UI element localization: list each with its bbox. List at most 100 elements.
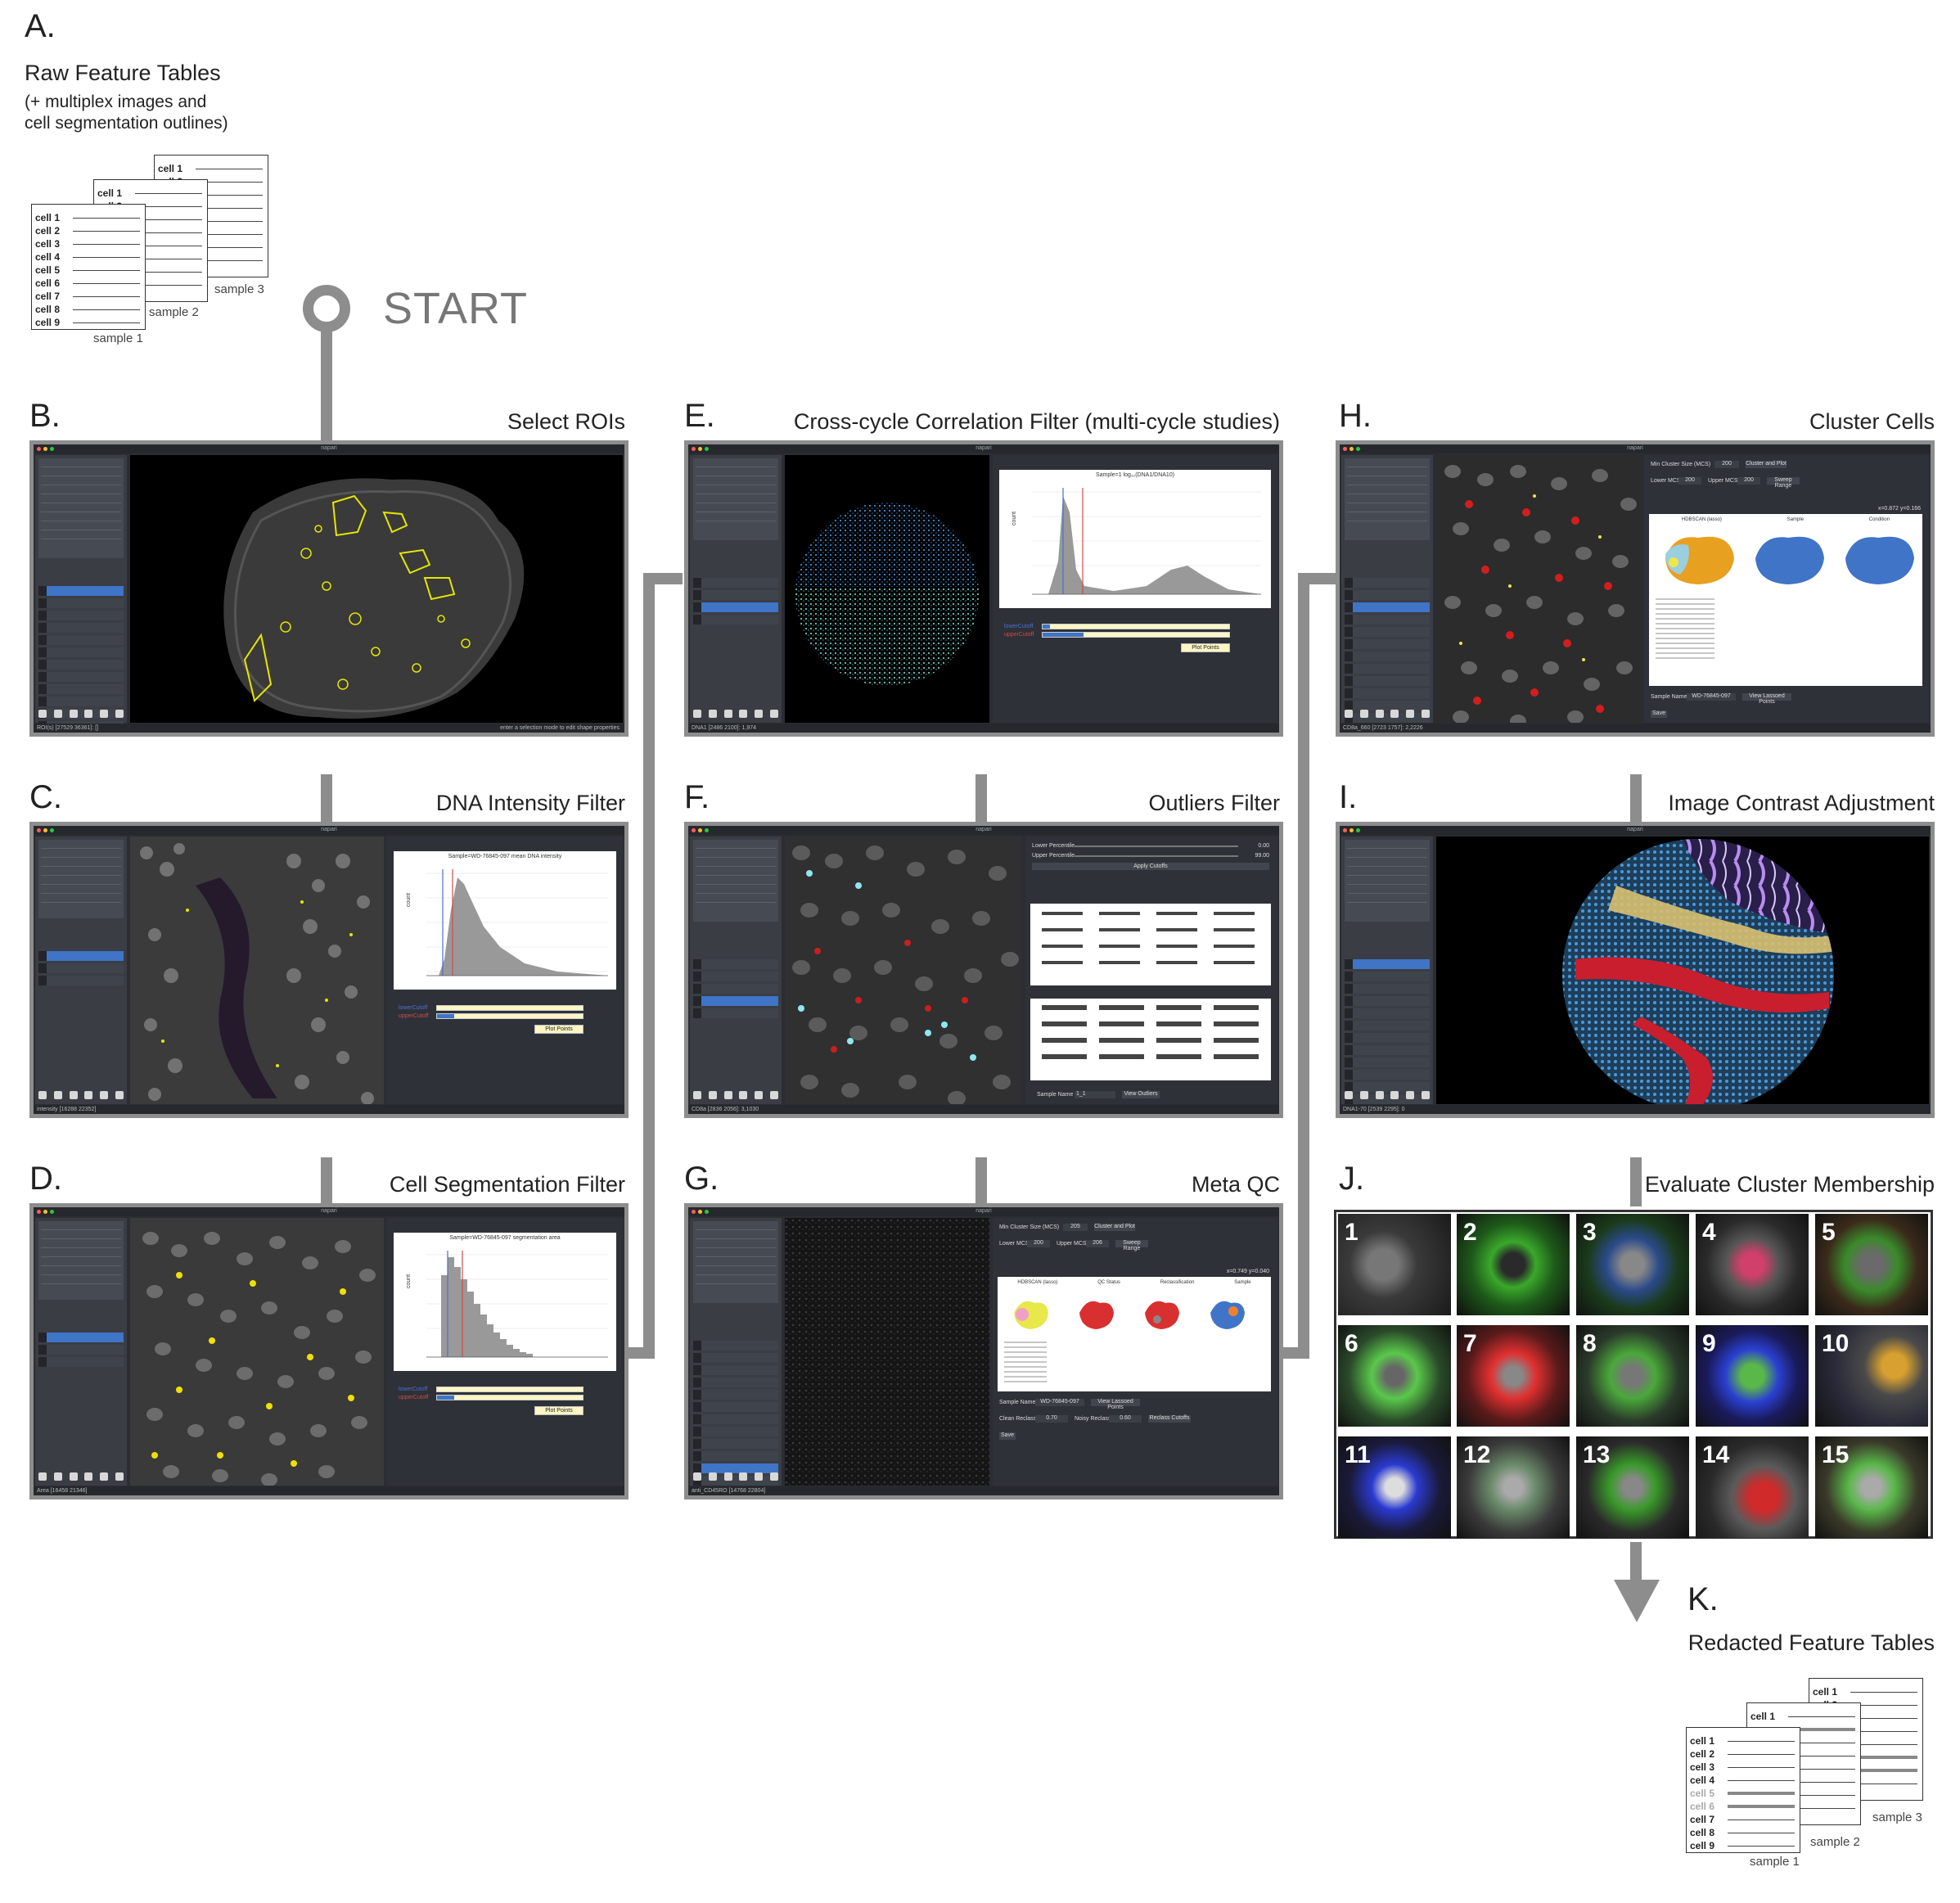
layer-controls[interactable] bbox=[35, 837, 127, 1104]
window-title-bar: napari bbox=[34, 826, 624, 835]
segmentation-canvas[interactable] bbox=[130, 1218, 384, 1486]
window-title-bar: napari bbox=[34, 1207, 624, 1216]
roi-canvas[interactable] bbox=[130, 455, 623, 723]
cluster-tile-13[interactable]: 13 bbox=[1576, 1436, 1689, 1538]
segmentation-image bbox=[130, 1218, 384, 1486]
lower-mcs-input[interactable]: 200 bbox=[1678, 477, 1701, 485]
step-d-letter: D. bbox=[29, 1161, 62, 1197]
plot-points-button[interactable]: Plot Points bbox=[534, 1025, 583, 1034]
layer-controls[interactable] bbox=[690, 837, 782, 1104]
min-cluster-size-input[interactable]: 200 bbox=[1714, 461, 1739, 468]
cluster-tile-2[interactable]: 2 bbox=[1457, 1214, 1570, 1315]
min-cluster-size-input[interactable]: 205 bbox=[1063, 1224, 1088, 1231]
metaqc-canvas[interactable] bbox=[785, 1218, 989, 1486]
redacted-table-sample-2-label: sample 2 bbox=[1810, 1835, 1860, 1849]
panel-dna-intensity-filter: napari Sample=WD-76845-097 mean DNA inte… bbox=[29, 822, 629, 1118]
clean-reclass-input[interactable]: 0.70 bbox=[1035, 1415, 1068, 1423]
cluster-tile-9[interactable]: 9 bbox=[1696, 1325, 1809, 1427]
plot-points-button[interactable]: Plot Points bbox=[1181, 643, 1230, 652]
cluster-tile-7[interactable]: 7 bbox=[1457, 1325, 1570, 1427]
step-k-letter: K. bbox=[1687, 1581, 1719, 1617]
track-g-to-h-vertical bbox=[1298, 573, 1309, 1359]
step-j-title: Evaluate Cluster Membership bbox=[1644, 1172, 1935, 1197]
step-e-title: Cross-cycle Correlation Filter (multi-cy… bbox=[793, 409, 1280, 434]
sample-name-input[interactable]: 1_1 bbox=[1075, 1091, 1115, 1098]
sample-name-input[interactable]: WD-76845-097 bbox=[1035, 1399, 1084, 1406]
view-outliers-button[interactable]: View Outliers bbox=[1122, 1091, 1160, 1098]
step-a-title: Raw Feature Tables bbox=[25, 61, 221, 85]
cluster-tile-5[interactable]: 5 bbox=[1815, 1214, 1928, 1315]
step-h-title: Cluster Cells bbox=[1809, 409, 1935, 434]
layer-controls[interactable] bbox=[690, 1218, 782, 1495]
status-bar: intensity [16288 22352] bbox=[34, 1105, 624, 1114]
cluster-tile-8[interactable]: 8 bbox=[1576, 1325, 1689, 1427]
redacted-table-sample-1-label: sample 1 bbox=[1750, 1855, 1800, 1869]
upper-mcs-input[interactable]: 206 bbox=[1086, 1240, 1109, 1247]
track-d-to-e-vertical bbox=[643, 573, 655, 1359]
cluster-canvas[interactable] bbox=[1436, 455, 1641, 723]
cluster-tile-6[interactable]: 6 bbox=[1338, 1325, 1451, 1427]
apply-cutoffs-button[interactable]: Apply Cutoffs bbox=[1032, 863, 1269, 870]
nuclei-canvas[interactable] bbox=[130, 837, 384, 1104]
reclass-cutoffs-button[interactable]: Reclass Cutoffs bbox=[1148, 1415, 1191, 1423]
window-title-bar: napari bbox=[34, 444, 624, 453]
metaqc-image bbox=[785, 1218, 989, 1486]
histogram-plot: Sample=WD-76845-097 segmentation area co… bbox=[394, 1233, 616, 1371]
contrast-canvas[interactable] bbox=[1436, 837, 1929, 1104]
track-e-to-f bbox=[975, 774, 987, 825]
step-b-title: Select ROIs bbox=[507, 409, 625, 434]
plot-points-button[interactable]: Plot Points bbox=[534, 1406, 583, 1415]
panel-select-rois: napari ROI(s) [27529 36361]: []enter a bbox=[29, 440, 629, 737]
panel-outliers-filter: napari Lower Percentile 0.00 Upper Perce… bbox=[684, 822, 1283, 1118]
step-j-letter: J. bbox=[1339, 1161, 1365, 1197]
layer-controls[interactable] bbox=[35, 1218, 127, 1486]
window-title-bar: napari bbox=[1340, 826, 1931, 835]
cluster-tile-11[interactable]: 11 bbox=[1338, 1436, 1451, 1538]
panel-cross-cycle-correlation-filter: napari Sample=1 log₁₀(DNA1/DNA10) count … bbox=[684, 440, 1283, 737]
step-b-letter: B. bbox=[29, 398, 61, 434]
cluster-and-plot-button[interactable]: Cluster and Plot bbox=[1094, 1224, 1135, 1231]
cluster-tile-14[interactable]: 14 bbox=[1696, 1436, 1809, 1538]
cluster-tile-10[interactable]: 10 bbox=[1815, 1325, 1928, 1427]
histogram-plot: Sample=1 log₁₀(DNA1/DNA10) count bbox=[999, 470, 1271, 608]
cluster-tile-1[interactable]: 1 bbox=[1338, 1214, 1451, 1315]
tissue-core-image bbox=[795, 503, 979, 686]
save-button[interactable]: Save bbox=[1651, 710, 1667, 718]
step-e-letter: E. bbox=[684, 398, 715, 434]
outliers-controls-pane: Lower Percentile 0.00 Upper Percentile 9… bbox=[1025, 837, 1277, 1104]
start-label: START bbox=[383, 284, 529, 333]
layer-controls[interactable] bbox=[1341, 455, 1433, 733]
step-i-letter: I. bbox=[1339, 779, 1358, 815]
cluster-tile-3[interactable]: 3 bbox=[1576, 1214, 1689, 1315]
step-f-title: Outliers Filter bbox=[1148, 791, 1280, 815]
layer-controls[interactable] bbox=[690, 455, 782, 723]
step-d-title: Cell Segmentation Filter bbox=[389, 1172, 625, 1197]
cluster-tile-4[interactable]: 4 bbox=[1696, 1214, 1809, 1315]
raw-outliers-plots bbox=[1030, 904, 1271, 985]
upper-mcs-input[interactable]: 200 bbox=[1737, 477, 1760, 485]
panel-image-contrast-adjustment: napari DNA1-70 [2539 2295]: 0 bbox=[1336, 822, 1935, 1118]
layer-controls[interactable] bbox=[35, 455, 127, 731]
sweep-range-button[interactable]: Sweep Range bbox=[1115, 1240, 1148, 1251]
cluster-and-plot-button[interactable]: Cluster and Plot bbox=[1746, 461, 1787, 468]
view-lassoed-points-button[interactable]: View Lassoed Points bbox=[1091, 1399, 1140, 1410]
layer-controls[interactable] bbox=[1341, 837, 1433, 1104]
view-lassoed-points-button[interactable]: View Lassoed Points bbox=[1742, 693, 1791, 705]
sweep-range-button[interactable]: Sweep Range bbox=[1767, 477, 1800, 489]
lower-mcs-input[interactable]: 200 bbox=[1027, 1240, 1050, 1247]
status-bar: CD8a [2836 2056]: 3,1030 bbox=[688, 1105, 1279, 1114]
cluster-tile-12[interactable]: 12 bbox=[1457, 1436, 1570, 1538]
step-f-letter: F. bbox=[684, 779, 710, 815]
outliers-canvas[interactable] bbox=[785, 837, 1022, 1104]
correlation-histogram-pane: Sample=1 log₁₀(DNA1/DNA10) count lowerCu… bbox=[993, 455, 1277, 723]
track-d-to-e-in bbox=[643, 573, 683, 584]
sample-name-input[interactable]: WD-76845-097 bbox=[1687, 693, 1736, 701]
noisy-reclass-input[interactable]: 0.60 bbox=[1109, 1415, 1142, 1423]
status-bar: DNA1 [2486 2100]: 1,974 bbox=[688, 724, 1279, 733]
save-button[interactable]: Save bbox=[999, 1432, 1016, 1440]
raw-table-sample-2-label: sample 2 bbox=[149, 305, 199, 319]
core-canvas[interactable] bbox=[785, 455, 989, 723]
cluster-tile-15[interactable]: 15 bbox=[1815, 1436, 1928, 1538]
step-a-letter: A. bbox=[25, 8, 56, 44]
track-j-to-k bbox=[1630, 1542, 1642, 1581]
